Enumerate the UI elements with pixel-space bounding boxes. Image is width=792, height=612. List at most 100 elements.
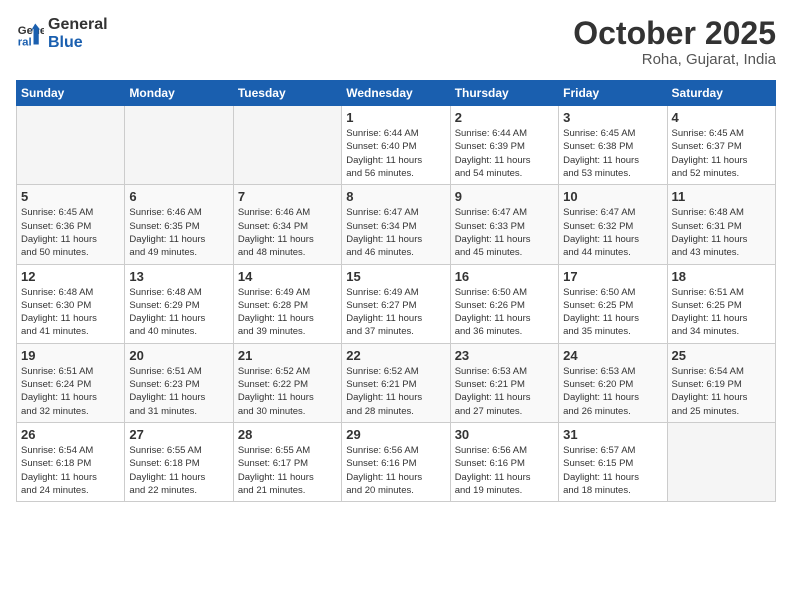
cell-info: Sunrise: 6:51 AM Sunset: 6:23 PM Dayligh… [129,365,228,418]
calendar-cell: 16 Sunrise: 6:50 AM Sunset: 6:26 PM Dayli… [450,264,558,343]
cell-info: Sunrise: 6:44 AM Sunset: 6:39 PM Dayligh… [455,127,554,180]
page-header: Gene ral General Blue October 2025 Roha,… [16,16,776,68]
cell-info: Sunrise: 6:45 AM Sunset: 6:37 PM Dayligh… [672,127,771,180]
cell-info: Sunrise: 6:47 AM Sunset: 6:32 PM Dayligh… [563,206,662,259]
calendar-cell: 4Sunrise: 6:45 AM Sunset: 6:37 PM Daylig… [667,106,775,185]
calendar-cell: 2 Sunrise: 6:44 AM Sunset: 6:39 PM Daylig… [450,106,558,185]
day-number: 5 [21,189,120,204]
cell-info: Sunrise: 6:55 AM Sunset: 6:18 PM Dayligh… [129,444,228,497]
calendar-cell: 12 Sunrise: 6:48 AM Sunset: 6:30 PM Dayli… [17,264,125,343]
day-number: 29 [346,427,445,442]
day-number: 18 [672,269,771,284]
calendar-cell: 6Sunrise: 6:46 AM Sunset: 6:35 PM Daylig… [125,185,233,264]
day-number: 2 [455,110,554,125]
day-number: 27 [129,427,228,442]
cell-info: Sunrise: 6:48 AM Sunset: 6:31 PM Dayligh… [672,206,771,259]
calendar-cell: 31Sunrise: 6:57 AM Sunset: 6:15 PM Dayli… [559,422,667,501]
day-number: 10 [563,189,662,204]
calendar-cell: 23 Sunrise: 6:53 AM Sunset: 6:21 PM Dayli… [450,343,558,422]
cell-info: Sunrise: 6:51 AM Sunset: 6:25 PM Dayligh… [672,286,771,339]
day-number: 20 [129,348,228,363]
cell-info: Sunrise: 6:51 AM Sunset: 6:24 PM Dayligh… [21,365,120,418]
weekday-header-thursday: Thursday [450,81,558,106]
weekday-header-wednesday: Wednesday [342,81,450,106]
cell-info: Sunrise: 6:50 AM Sunset: 6:25 PM Dayligh… [563,286,662,339]
calendar-week-1: 1Sunrise: 6:44 AM Sunset: 6:40 PM Daylig… [17,106,776,185]
logo-line2: Blue [48,34,108,52]
calendar-cell [17,106,125,185]
calendar-cell: 17Sunrise: 6:50 AM Sunset: 6:25 PM Dayli… [559,264,667,343]
calendar-week-5: 26Sunrise: 6:54 AM Sunset: 6:18 PM Dayli… [17,422,776,501]
calendar-cell: 3Sunrise: 6:45 AM Sunset: 6:38 PM Daylig… [559,106,667,185]
cell-info: Sunrise: 6:45 AM Sunset: 6:38 PM Dayligh… [563,127,662,180]
calendar-cell: 20 Sunrise: 6:51 AM Sunset: 6:23 PM Dayli… [125,343,233,422]
cell-info: Sunrise: 6:53 AM Sunset: 6:21 PM Dayligh… [455,365,554,418]
calendar-cell: 24Sunrise: 6:53 AM Sunset: 6:20 PM Dayli… [559,343,667,422]
cell-info: Sunrise: 6:52 AM Sunset: 6:22 PM Dayligh… [238,365,337,418]
day-number: 26 [21,427,120,442]
title-block: October 2025 Roha, Gujarat, India [573,16,776,68]
calendar-header-row: SundayMondayTuesdayWednesdayThursdayFrid… [17,81,776,106]
cell-info: Sunrise: 6:55 AM Sunset: 6:17 PM Dayligh… [238,444,337,497]
day-number: 31 [563,427,662,442]
calendar-week-2: 5 Sunrise: 6:45 AM Sunset: 6:36 PM Daylig… [17,185,776,264]
calendar-cell: 28 Sunrise: 6:55 AM Sunset: 6:17 PM Dayli… [233,422,341,501]
cell-info: Sunrise: 6:49 AM Sunset: 6:27 PM Dayligh… [346,286,445,339]
logo: Gene ral General Blue [16,16,108,51]
svg-text:ral: ral [18,36,32,48]
calendar-cell: 14Sunrise: 6:49 AM Sunset: 6:28 PM Dayli… [233,264,341,343]
cell-info: Sunrise: 6:56 AM Sunset: 6:16 PM Dayligh… [346,444,445,497]
cell-info: Sunrise: 6:46 AM Sunset: 6:34 PM Dayligh… [238,206,337,259]
weekday-header-sunday: Sunday [17,81,125,106]
calendar-cell [125,106,233,185]
calendar-week-3: 12 Sunrise: 6:48 AM Sunset: 6:30 PM Dayli… [17,264,776,343]
cell-info: Sunrise: 6:52 AM Sunset: 6:21 PM Dayligh… [346,365,445,418]
calendar-cell [233,106,341,185]
calendar-cell: 8 Sunrise: 6:47 AM Sunset: 6:34 PM Daylig… [342,185,450,264]
calendar-cell: 9Sunrise: 6:47 AM Sunset: 6:33 PM Daylig… [450,185,558,264]
day-number: 7 [238,189,337,204]
calendar-cell: 18 Sunrise: 6:51 AM Sunset: 6:25 PM Dayli… [667,264,775,343]
cell-info: Sunrise: 6:45 AM Sunset: 6:36 PM Dayligh… [21,206,120,259]
day-number: 28 [238,427,337,442]
calendar-cell: 30 Sunrise: 6:56 AM Sunset: 6:16 PM Dayli… [450,422,558,501]
day-number: 12 [21,269,120,284]
calendar-cell: 25Sunrise: 6:54 AM Sunset: 6:19 PM Dayli… [667,343,775,422]
calendar-table: SundayMondayTuesdayWednesdayThursdayFrid… [16,80,776,502]
day-number: 13 [129,269,228,284]
cell-info: Sunrise: 6:48 AM Sunset: 6:29 PM Dayligh… [129,286,228,339]
cell-info: Sunrise: 6:48 AM Sunset: 6:30 PM Dayligh… [21,286,120,339]
day-number: 23 [455,348,554,363]
day-number: 25 [672,348,771,363]
day-number: 16 [455,269,554,284]
day-number: 6 [129,189,228,204]
day-number: 22 [346,348,445,363]
calendar-cell [667,422,775,501]
day-number: 30 [455,427,554,442]
day-number: 9 [455,189,554,204]
weekday-header-saturday: Saturday [667,81,775,106]
month-title: October 2025 [573,16,776,51]
calendar-cell: 11 Sunrise: 6:48 AM Sunset: 6:31 PM Dayli… [667,185,775,264]
weekday-header-friday: Friday [559,81,667,106]
calendar-cell: 7 Sunrise: 6:46 AM Sunset: 6:34 PM Daylig… [233,185,341,264]
day-number: 8 [346,189,445,204]
day-number: 1 [346,110,445,125]
day-number: 15 [346,269,445,284]
day-number: 11 [672,189,771,204]
calendar-cell: 22 Sunrise: 6:52 AM Sunset: 6:21 PM Dayli… [342,343,450,422]
cell-info: Sunrise: 6:49 AM Sunset: 6:28 PM Dayligh… [238,286,337,339]
cell-info: Sunrise: 6:50 AM Sunset: 6:26 PM Dayligh… [455,286,554,339]
logo-line1: General [48,16,108,34]
day-number: 24 [563,348,662,363]
calendar-cell: 27 Sunrise: 6:55 AM Sunset: 6:18 PM Dayli… [125,422,233,501]
calendar-cell: 10 Sunrise: 6:47 AM Sunset: 6:32 PM Dayli… [559,185,667,264]
cell-info: Sunrise: 6:47 AM Sunset: 6:34 PM Dayligh… [346,206,445,259]
calendar-cell: 19 Sunrise: 6:51 AM Sunset: 6:24 PM Dayli… [17,343,125,422]
calendar-cell: 5 Sunrise: 6:45 AM Sunset: 6:36 PM Daylig… [17,185,125,264]
day-number: 19 [21,348,120,363]
cell-info: Sunrise: 6:56 AM Sunset: 6:16 PM Dayligh… [455,444,554,497]
calendar-cell: 26Sunrise: 6:54 AM Sunset: 6:18 PM Dayli… [17,422,125,501]
calendar-cell: 15 Sunrise: 6:49 AM Sunset: 6:27 PM Dayli… [342,264,450,343]
calendar-cell: 1Sunrise: 6:44 AM Sunset: 6:40 PM Daylig… [342,106,450,185]
